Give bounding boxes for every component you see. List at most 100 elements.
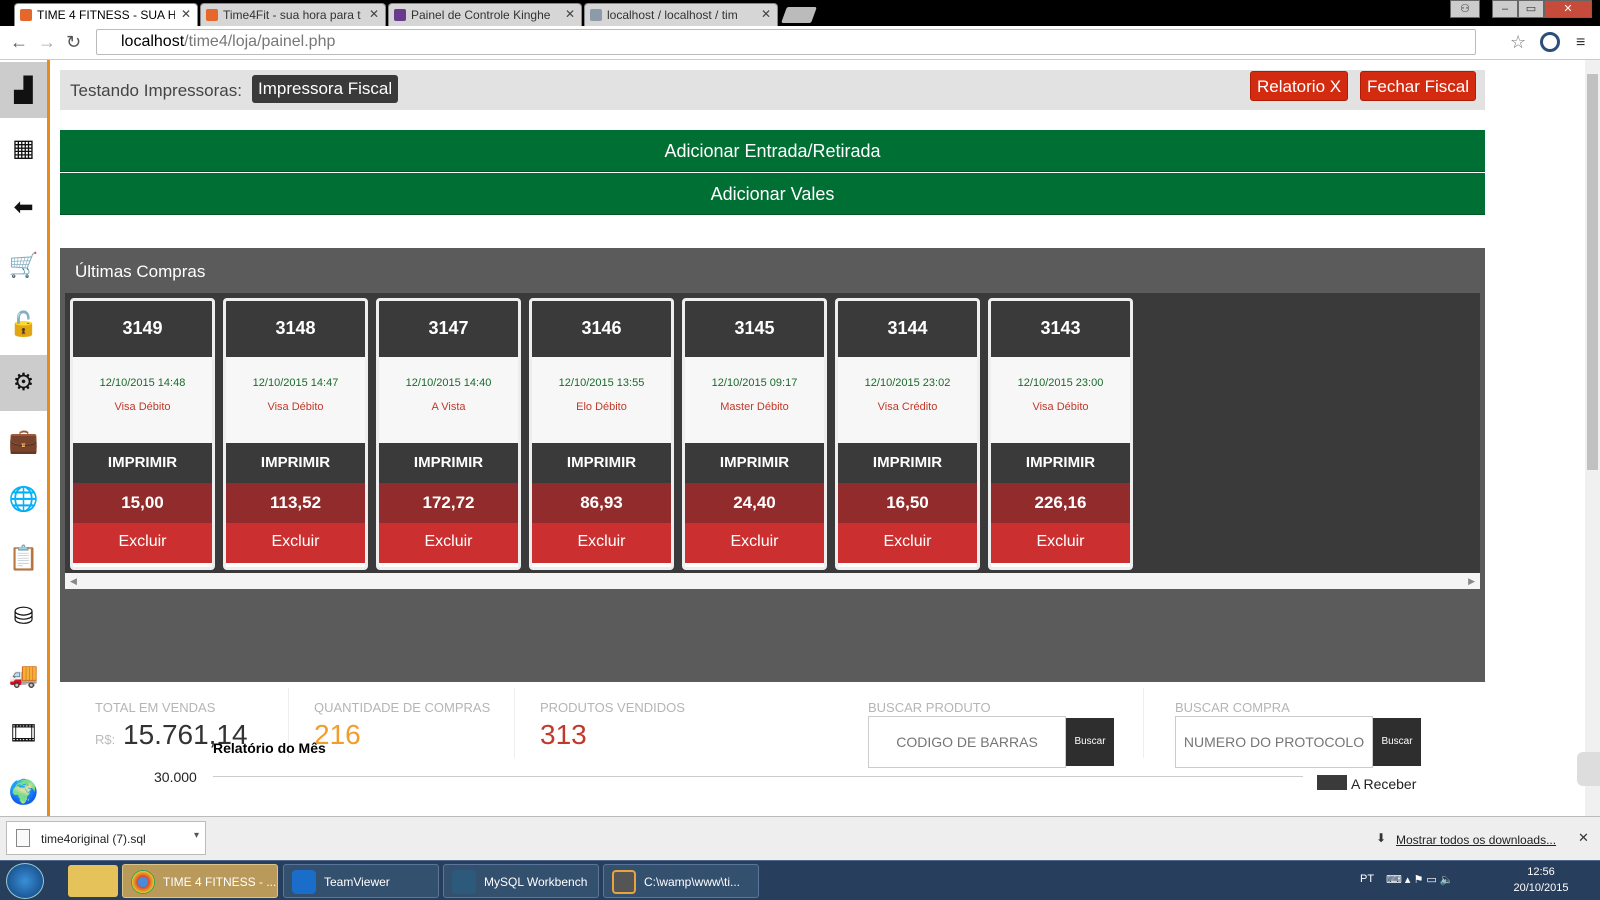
imprimir-button[interactable]: IMPRIMIR [991, 443, 1130, 483]
sidebar-item-globe[interactable]: 🌐 [0, 472, 47, 528]
maximize-button[interactable]: ▭ [1518, 0, 1544, 18]
back-arrow-icon[interactable]: ← [10, 32, 28, 53]
reload-icon[interactable]: ↻ [66, 32, 81, 53]
tab-time4fit[interactable]: Time4Fit - sua hora para t ✕ [200, 3, 386, 26]
sidebar-item-factory[interactable]: ▟ [0, 62, 47, 118]
close-download-bar-icon[interactable]: ✕ [1578, 830, 1589, 846]
sidebar-item-coins[interactable]: ⛁ [0, 589, 47, 645]
protocol-search-input[interactable] [1176, 717, 1372, 767]
scroll-right-icon[interactable]: ▶ [1468, 576, 1475, 587]
add-entrada-retirada-button[interactable]: Adicionar Entrada/Retirada [60, 130, 1485, 172]
close-window-button[interactable]: ✕ [1544, 0, 1592, 18]
tab-painel-kinghost[interactable]: Painel de Controle Kinghe ✕ [388, 3, 582, 26]
download-file-name: time4original (7).sql [41, 832, 146, 846]
vertical-scrollbar[interactable] [1585, 60, 1600, 816]
imprimir-button[interactable]: IMPRIMIR [685, 443, 824, 483]
sidebar-item-cart[interactable]: 🛒 [0, 238, 47, 294]
sidebar-item-truck[interactable]: 🚚 [0, 647, 47, 703]
taskbar-sublime[interactable]: C:\wamp\www\ti... [603, 864, 759, 898]
taskbar-chrome[interactable]: TIME 4 FITNESS - ... [122, 864, 278, 898]
tab-phpmyadmin[interactable]: localhost / localhost / tim ✕ [584, 3, 778, 26]
excluir-button[interactable]: Excluir [532, 523, 671, 563]
imprimir-button[interactable]: IMPRIMIR [226, 443, 365, 483]
add-vales-button[interactable]: Adicionar Vales [60, 173, 1485, 215]
taskbar-teamviewer[interactable]: TeamViewer [283, 864, 439, 898]
sidebar-item-gear[interactable]: ⚙ [0, 354, 47, 411]
url-field[interactable]: localhost/time4/loja/painel.php [96, 29, 1476, 55]
phpmyadmin-favicon-icon [590, 9, 602, 21]
language-indicator[interactable]: PT [1360, 873, 1374, 885]
minimize-button[interactable]: – [1492, 0, 1518, 18]
imprimir-button[interactable]: IMPRIMIR [838, 443, 977, 483]
tray-icons[interactable]: ⌨ ▴ ⚑ ▭ 🔈 [1386, 873, 1454, 886]
sidebar-item-world[interactable]: 🌍 [0, 764, 47, 820]
tab-time4-fitness[interactable]: TIME 4 FITNESS - SUA HO ✕ [14, 3, 198, 26]
close-tab-icon[interactable]: ✕ [565, 7, 575, 21]
close-tab-icon[interactable]: ✕ [181, 7, 191, 21]
payment-method: Visa Débito [267, 401, 324, 413]
purchase-card: 3147 12/10/2015 14:40 A Vista IMPRIMIR 172,7… [376, 298, 521, 570]
clock[interactable]: 12:56 20/10/2015 [1508, 864, 1574, 896]
show-all-downloads-link[interactable]: Mostrar todos os downloads... [1396, 833, 1556, 847]
fechar-fiscal-button[interactable]: Fechar Fiscal [1360, 71, 1477, 101]
extension-icon[interactable] [1540, 32, 1560, 52]
excluir-button[interactable]: Excluir [685, 523, 824, 563]
chevron-down-icon[interactable]: ▾ [194, 830, 199, 841]
fiscal-printer-chip[interactable]: Impressora Fiscal [252, 75, 399, 103]
close-tab-icon[interactable]: ✕ [761, 7, 771, 21]
relatorio-x-button[interactable]: Relatorio X [1250, 71, 1349, 101]
menu-icon[interactable]: ≡ [1576, 34, 1585, 52]
coins-icon: ⛁ [13, 603, 34, 630]
sidebar-item-grid[interactable]: ▦ [0, 121, 47, 177]
excluir-button[interactable]: Excluir [991, 523, 1130, 563]
purchase-number: 3146 [532, 301, 671, 357]
imprimir-button[interactable]: IMPRIMIR [73, 443, 212, 483]
scrollbar-thumb[interactable] [1587, 74, 1598, 470]
purchase-date: 12/10/2015 14:40 [405, 377, 492, 389]
windows-taskbar: TIME 4 FITNESS - ... TeamViewer MySQL Wo… [0, 860, 1600, 900]
chart-title: Relatório do Mês [213, 740, 326, 756]
download-item[interactable]: time4original (7).sql ▾ [6, 821, 206, 855]
imprimir-button[interactable]: IMPRIMIR [379, 443, 518, 483]
clock-time: 12:56 [1527, 866, 1555, 878]
purchase-number: 3147 [379, 301, 518, 357]
chrome-icon [131, 870, 155, 894]
imprimir-button[interactable]: IMPRIMIR [532, 443, 671, 483]
excluir-button[interactable]: Excluir [379, 523, 518, 563]
task-label: TIME 4 FITNESS - ... [163, 875, 277, 889]
excluir-button[interactable]: Excluir [838, 523, 977, 563]
sidebar-item-unlock[interactable]: 🔓 [0, 296, 47, 352]
purchase-value: 172,72 [379, 483, 518, 523]
browser-tab-strip: TIME 4 FITNESS - SUA HO ✕ Time4Fit - sua… [0, 0, 1600, 26]
purchase-number: 3148 [226, 301, 365, 357]
printer-test-label: Testando Impressoras: [70, 81, 242, 100]
buscar-produto-button[interactable]: Buscar [1066, 718, 1114, 766]
sidebar-item-briefcase[interactable]: 💼 [0, 413, 47, 469]
forward-arrow-icon[interactable]: → [38, 32, 56, 53]
close-tab-icon[interactable]: ✕ [369, 7, 379, 21]
bookmark-star-icon[interactable]: ☆ [1510, 32, 1526, 53]
user-icon[interactable]: ⚇ [1450, 0, 1480, 18]
purchase-date: 12/10/2015 14:48 [99, 377, 186, 389]
sidebar-item-clipboard[interactable]: 📋 [0, 530, 47, 586]
globe-icon: 🌐 [8, 486, 39, 513]
excluir-button[interactable]: Excluir [226, 523, 365, 563]
buscar-compra-button[interactable]: Buscar [1373, 718, 1421, 766]
scroll-left-icon[interactable]: ◀ [70, 576, 77, 587]
y-tick-label: 30.000 [154, 769, 197, 785]
sidebar-item-arrow-left[interactable]: ⬅ [0, 179, 47, 235]
grid-icon: ▦ [12, 135, 35, 162]
sidebar-item-film[interactable]: 🎞 [0, 706, 47, 762]
barcode-search-input[interactable] [869, 717, 1065, 767]
start-button[interactable] [6, 863, 44, 899]
purchase-number: 3149 [73, 301, 212, 357]
taskbar-mysql-workbench[interactable]: MySQL Workbench [443, 864, 599, 898]
excluir-button[interactable]: Excluir [73, 523, 212, 563]
horizontal-scrollbar[interactable]: ◀ ▶ [65, 573, 1480, 589]
teamviewer-side-icon[interactable] [1577, 752, 1600, 786]
explorer-icon[interactable] [68, 865, 118, 897]
world-icon: 🌍 [8, 778, 39, 806]
purchase-details: 12/10/2015 13:55 Elo Débito [532, 357, 671, 443]
file-icon [16, 829, 30, 847]
new-tab-button[interactable] [781, 7, 817, 23]
